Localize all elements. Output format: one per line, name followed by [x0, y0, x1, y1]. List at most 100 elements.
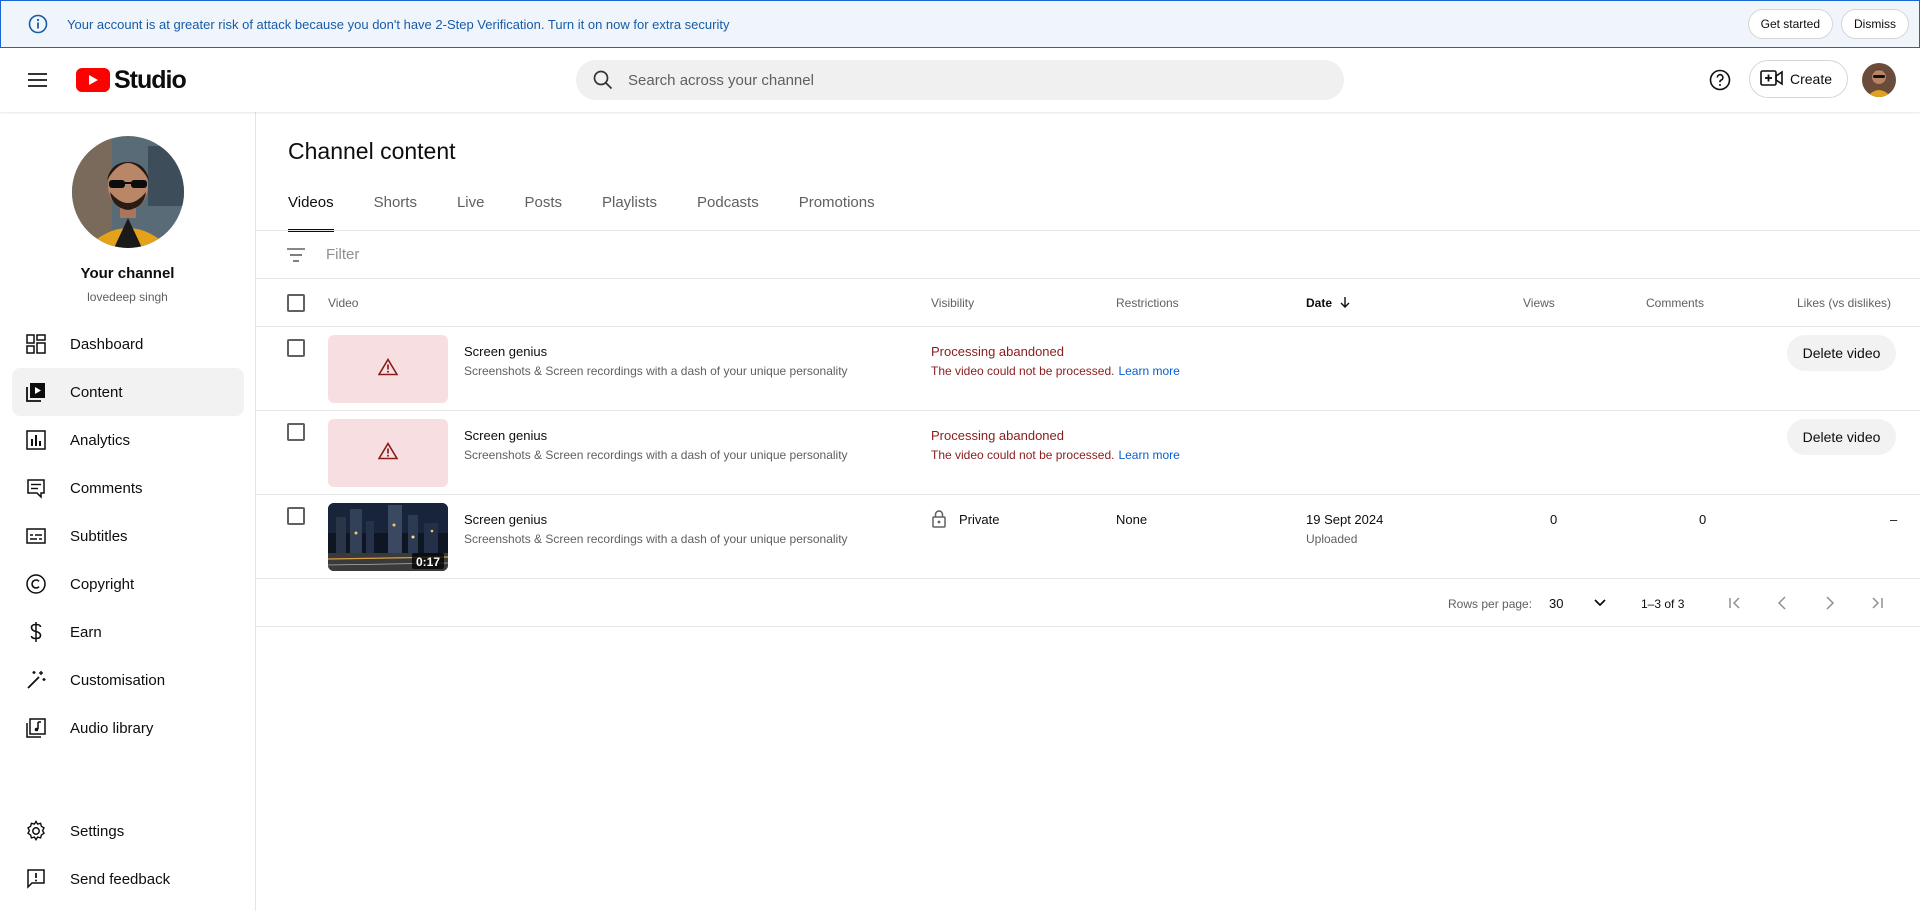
- security-banner: Your account is at greater risk of attac…: [0, 0, 1920, 48]
- lock-icon: [931, 510, 947, 531]
- sidebar-item-copyright[interactable]: Copyright: [12, 560, 244, 608]
- help-icon[interactable]: [1708, 68, 1732, 92]
- processing-detail-text: The video could not be processed.: [931, 364, 1115, 378]
- tab-promotions[interactable]: Promotions: [799, 194, 875, 232]
- first-page-icon[interactable]: [1723, 591, 1747, 615]
- sidebar-item-label: Audio library: [70, 719, 154, 737]
- column-date[interactable]: Date: [1306, 296, 1351, 311]
- column-views[interactable]: Views: [1523, 296, 1555, 310]
- select-all-checkbox[interactable]: [287, 294, 305, 312]
- content-icon: [24, 380, 48, 404]
- video-thumbnail-error[interactable]: [328, 335, 448, 403]
- dismiss-button[interactable]: Dismiss: [1841, 9, 1909, 39]
- column-likes[interactable]: Likes (vs dislikes): [1797, 296, 1891, 310]
- column-visibility[interactable]: Visibility: [931, 296, 974, 310]
- rows-per-page-select[interactable]: 30: [1549, 596, 1563, 611]
- sidebar-item-earn[interactable]: Earn: [12, 608, 244, 656]
- row-checkbox[interactable]: [287, 339, 305, 357]
- video-title[interactable]: Screen genius: [464, 344, 547, 359]
- settings-icon: [24, 819, 48, 843]
- create-button[interactable]: Create: [1749, 60, 1849, 98]
- column-restrictions[interactable]: Restrictions: [1116, 296, 1179, 310]
- learn-more-link[interactable]: Learn more: [1118, 364, 1179, 378]
- sidebar-item-comments[interactable]: Comments: [12, 464, 244, 512]
- sidebar-item-dashboard[interactable]: Dashboard: [12, 320, 244, 368]
- chevron-down-icon[interactable]: [1590, 592, 1610, 612]
- page-title: Channel content: [288, 138, 456, 164]
- warning-icon: [377, 357, 399, 381]
- filter-icon[interactable]: [284, 243, 308, 267]
- likes-value: –: [1890, 512, 1898, 527]
- sidebar-item-audio-library[interactable]: Audio library: [12, 704, 244, 752]
- page-range: 1–3 of 3: [1641, 597, 1685, 611]
- sidebar: Your channel lovedeep singh Dashboard Co…: [0, 112, 256, 911]
- previous-page-icon[interactable]: [1770, 591, 1794, 615]
- video-thumbnail-error[interactable]: [328, 419, 448, 487]
- sidebar-item-content[interactable]: Content: [12, 368, 244, 416]
- sidebar-item-customisation[interactable]: Customisation: [12, 656, 244, 704]
- video-description: Screenshots & Screen recordings with a d…: [464, 364, 848, 378]
- tab-videos[interactable]: Videos: [288, 194, 334, 232]
- studio-logo[interactable]: Studio: [76, 66, 187, 95]
- table-row[interactable]: Screen genius Screenshots & Screen recor…: [256, 327, 1920, 411]
- column-date-label: Date: [1306, 296, 1333, 310]
- column-video: Video: [328, 296, 359, 310]
- sidebar-item-label: Analytics: [70, 431, 131, 449]
- content-tabs: Videos Shorts Live Posts Playlists Podca…: [288, 194, 915, 232]
- visibility-value[interactable]: Private: [959, 512, 999, 527]
- video-title[interactable]: Screen genius: [464, 512, 547, 527]
- last-page-icon[interactable]: [1865, 591, 1889, 615]
- sidebar-item-label: Send feedback: [70, 870, 171, 888]
- dashboard-icon: [24, 332, 48, 356]
- earn-icon: [24, 620, 48, 644]
- search-icon: [592, 69, 614, 91]
- subtitles-icon: [24, 524, 48, 548]
- sidebar-bottom-nav: Settings Send feedback: [12, 807, 244, 903]
- row-checkbox[interactable]: [287, 507, 305, 525]
- video-description: Screenshots & Screen recordings with a d…: [464, 532, 848, 546]
- audio-library-icon: [24, 716, 48, 740]
- warning-icon: [377, 441, 399, 465]
- delete-video-button[interactable]: Delete video: [1787, 335, 1896, 371]
- main-content: Channel content Videos Shorts Live Posts…: [256, 112, 1920, 911]
- tab-live[interactable]: Live: [457, 194, 485, 232]
- tab-shorts[interactable]: Shorts: [374, 194, 417, 232]
- table-header: Video Visibility Restrictions Date Views…: [256, 279, 1920, 327]
- sort-arrow-down-icon: [1339, 296, 1351, 311]
- sidebar-item-label: Subtitles: [70, 527, 128, 545]
- learn-more-link[interactable]: Learn more: [1118, 448, 1179, 462]
- comments-icon: [24, 476, 48, 500]
- search-input[interactable]: [628, 71, 1308, 89]
- sidebar-item-subtitles[interactable]: Subtitles: [12, 512, 244, 560]
- date-value: 19 Sept 2024: [1306, 512, 1384, 527]
- video-title[interactable]: Screen genius: [464, 428, 547, 443]
- comments-value: 0: [1699, 512, 1707, 527]
- row-checkbox[interactable]: [287, 423, 305, 441]
- tab-posts[interactable]: Posts: [524, 194, 562, 232]
- channel-title[interactable]: Your channel: [0, 265, 255, 282]
- tab-podcasts[interactable]: Podcasts: [697, 194, 759, 232]
- sidebar-item-label: Copyright: [70, 575, 135, 593]
- delete-video-button[interactable]: Delete video: [1787, 419, 1896, 455]
- sidebar-item-settings[interactable]: Settings: [12, 807, 244, 855]
- table-row[interactable]: 0:17 Screen genius Screenshots & Screen …: [256, 495, 1920, 579]
- sidebar-item-send-feedback[interactable]: Send feedback: [12, 855, 244, 903]
- column-comments[interactable]: Comments: [1646, 296, 1704, 310]
- customisation-icon: [24, 668, 48, 692]
- next-page-icon[interactable]: [1818, 591, 1842, 615]
- rows-per-page-label: Rows per page:: [1448, 597, 1533, 611]
- youtube-play-icon: [76, 68, 110, 92]
- video-thumbnail[interactable]: 0:17: [328, 503, 448, 571]
- sidebar-item-label: Content: [70, 383, 123, 401]
- sidebar-item-analytics[interactable]: Analytics: [12, 416, 244, 464]
- tab-playlists[interactable]: Playlists: [602, 194, 657, 232]
- account-avatar[interactable]: [1862, 63, 1896, 97]
- top-header: Studio Create: [0, 48, 1920, 112]
- get-started-button[interactable]: Get started: [1747, 9, 1833, 39]
- channel-avatar[interactable]: [72, 136, 184, 248]
- filter-input[interactable]: [326, 246, 826, 263]
- menu-icon[interactable]: [26, 68, 50, 92]
- table-row[interactable]: Screen genius Screenshots & Screen recor…: [256, 411, 1920, 495]
- filter-bar: [256, 231, 1920, 279]
- search-bar[interactable]: [576, 60, 1344, 100]
